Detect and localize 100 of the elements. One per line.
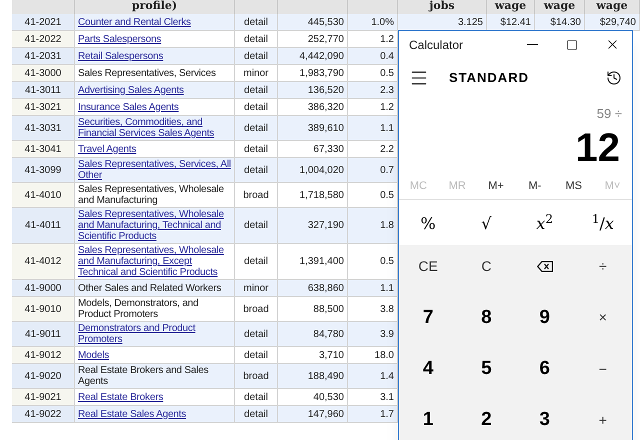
minimize-icon: [526, 44, 538, 45]
table-cell: $14.30: [550, 16, 581, 28]
level-cell: detail: [244, 122, 268, 134]
code-cell: 41-4012: [24, 256, 62, 267]
employment-cell: 188,490: [308, 370, 344, 382]
occupation-link[interactable]: Counter and Rental Clerks: [78, 16, 191, 28]
occupation-link[interactable]: Insurance Sales Agents: [78, 102, 179, 112]
calculator-key[interactable]: %: [399, 202, 458, 245]
rse-cell: 0.4: [380, 50, 394, 62]
code-cell: 41-9010: [24, 304, 62, 314]
code-cell: 41-2022: [24, 34, 62, 44]
rse-cell: 1.1: [380, 122, 394, 134]
code-cell: 41-3000: [24, 68, 62, 78]
rse-cell: 2.2: [380, 144, 394, 154]
memory-button[interactable]: M+: [476, 178, 516, 195]
calculator-key[interactable]: C: [457, 245, 516, 288]
window-title: Calculator: [409, 36, 464, 54]
table-cell: $12.41: [500, 16, 531, 28]
rse-cell: 0.5: [380, 190, 394, 200]
rse-cell: 1.7: [380, 408, 394, 420]
level-cell: detail: [244, 144, 268, 154]
employment-cell: 4,442,090: [300, 50, 344, 62]
code-cell: 41-3041: [24, 144, 62, 154]
occupation-link[interactable]: Sales Representatives, Wholesale and Manufacturing, Except Technical and Scientific Products: [78, 245, 231, 278]
calculator-key[interactable]: 3: [516, 398, 574, 440]
occupation-link[interactable]: Real Estate Brokers: [78, 392, 164, 402]
employment-cell: 147,960: [308, 408, 344, 420]
calculator-key[interactable]: 8: [457, 296, 516, 340]
occupation-link[interactable]: Models: [78, 350, 110, 360]
occupation-link[interactable]: Travel Agents: [78, 144, 136, 154]
level-cell: minor: [243, 68, 268, 78]
code-cell: 41-3021: [24, 102, 62, 112]
employment-cell: 136,520: [308, 84, 344, 96]
calculator-key[interactable]: 2: [457, 398, 516, 440]
calculator-key[interactable]: 1: [399, 398, 458, 440]
level-cell: broad: [243, 304, 269, 314]
code-cell: 41-4011: [25, 220, 61, 231]
level-cell: detail: [244, 220, 268, 231]
occupation-link[interactable]: Sales Representatives, Services, All Other: [78, 159, 231, 181]
level-cell: detail: [244, 256, 268, 267]
code-cell: 41-9011: [25, 328, 61, 340]
calculator-key[interactable]: ×: [574, 296, 632, 340]
level-cell: detail: [244, 34, 268, 44]
calculator-key[interactable]: $^{1}$/x: [574, 202, 632, 245]
employment-cell: 638,860: [308, 282, 344, 294]
calculator-key[interactable]: CE: [399, 245, 458, 288]
occupation-link[interactable]: Demonstrators and Product Promoters: [78, 323, 231, 345]
occupation-cell: Other Sales and Related Workers: [78, 282, 222, 294]
employment-cell: 445,530: [308, 16, 344, 28]
occupation-link[interactable]: Parts Salespersons: [78, 34, 162, 44]
calculator-key[interactable]: 9: [516, 296, 574, 340]
occupation-cell-text: Real Estate Brokers and Sales Agents: [78, 365, 210, 387]
memory-button[interactable]: M-: [515, 178, 554, 195]
code-cell: 41-3099: [24, 164, 62, 176]
occupation-cell: Sales Representatives, Services: [78, 68, 216, 78]
level-cell: detail: [244, 84, 268, 96]
rse-cell: 1.0%: [371, 16, 394, 28]
occupation-link[interactable]: Sales Representatives, Wholesale and Manufacturing, Technical and Scientific Products: [78, 209, 231, 242]
employment-cell: 252,770: [308, 34, 344, 44]
occupation-link[interactable]: Retail Salespersons: [78, 50, 164, 62]
employment-cell: 3,710: [318, 350, 344, 360]
rse-cell: 18.0: [374, 350, 394, 360]
occupation-link[interactable]: Real Estate Sales Agents: [78, 408, 186, 420]
employment-cell: 88,500: [313, 304, 344, 314]
calculator-key[interactable]: 6: [516, 348, 574, 390]
occupation-link[interactable]: Securities, Commodities, and Financial Services Sales Agents: [78, 117, 231, 139]
calculator-key[interactable]: −: [574, 348, 632, 390]
level-cell: detail: [244, 350, 268, 360]
employment-cell: 327,190: [308, 220, 344, 231]
occupation-cell-text: Models, Demonstrators, and Product Promoters: [78, 298, 200, 320]
calculator-key[interactable]: ÷: [574, 245, 632, 288]
code-cell: 41-9012: [24, 350, 62, 360]
level-cell: detail: [244, 102, 268, 112]
employment-cell: 389,610: [308, 122, 344, 134]
employment-cell: 1,983,790: [300, 68, 344, 78]
calculator-key[interactable]: x$^{2}$: [516, 202, 574, 245]
rse-cell: 0.5: [380, 68, 394, 78]
calculator-key[interactable]: √: [457, 202, 516, 245]
calculator-key[interactable]: 5: [457, 348, 516, 390]
code-cell: 41-2021: [24, 16, 62, 28]
memory-button[interactable]: MS: [554, 178, 594, 195]
calculator-key[interactable]: 4: [399, 348, 458, 390]
history-icon: [606, 70, 622, 86]
level-cell: detail: [244, 408, 268, 420]
level-cell: detail: [244, 164, 268, 176]
occupation-cell-text: Sales Representatives, Wholesale and Manufacturing: [78, 184, 225, 206]
occupation-link[interactable]: Advertising Sales Agents: [78, 84, 184, 96]
maximize-icon: [566, 38, 578, 50]
employment-cell: 1,718,580: [300, 190, 344, 200]
table-cell: 3.125: [458, 16, 483, 28]
history-button[interactable]: [606, 70, 622, 86]
level-cell: detail: [244, 328, 268, 340]
level-cell: broad: [243, 370, 269, 382]
calculator-key[interactable]: 7: [399, 296, 458, 340]
code-cell: 41-9022: [24, 408, 62, 420]
employment-cell: 67,330: [313, 144, 344, 154]
calculator-key[interactable]: +: [574, 398, 632, 440]
level-cell: detail: [244, 16, 268, 28]
rse-cell: 2.3: [380, 84, 394, 96]
rse-cell: 3.9: [380, 328, 394, 340]
